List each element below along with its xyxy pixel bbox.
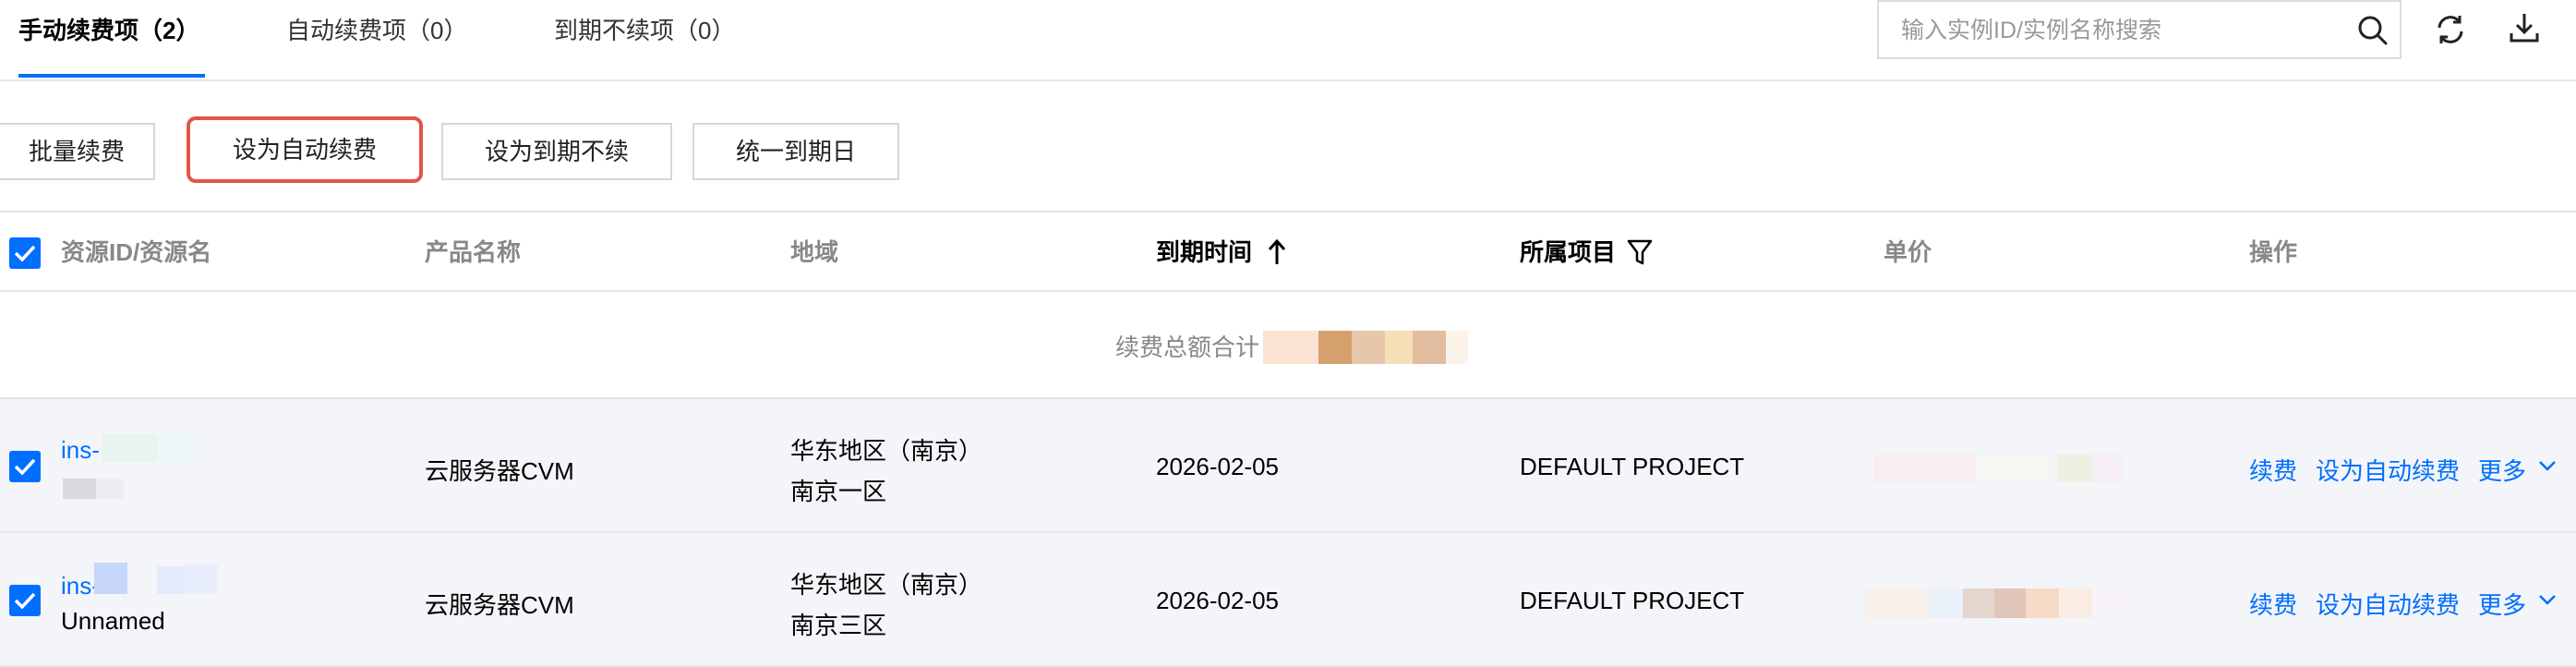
column-header-resource: 资源ID/资源名 (61, 238, 212, 266)
redacted-id (102, 434, 157, 462)
column-header-project: 所属项目 (1520, 238, 1617, 266)
filter-icon[interactable] (1627, 238, 1653, 271)
column-header-region: 地域 (790, 238, 839, 266)
table-row: ins- Unnamed 云服务器CVM 华东地区（南京） 南京三区 2026-… (0, 533, 2576, 667)
refresh-icon[interactable] (2434, 13, 2467, 51)
set-auto-renew-link[interactable]: 设为自动续费 (2316, 587, 2460, 621)
redacted-id (157, 566, 185, 594)
column-header-price: 单价 (1884, 238, 1932, 266)
unify-expiry-button[interactable]: 统一到期日 (692, 123, 899, 180)
column-header-expiry[interactable]: 到期时间 (1156, 212, 1252, 292)
total-label: 续费总额合计 (1115, 334, 1260, 361)
chevron-down-icon[interactable] (2537, 592, 2558, 612)
redacted-price (2026, 588, 2059, 618)
table-row: ins- 云服务器CVM 华东地区（南京） 南京一区 2026-02-05 DE… (0, 399, 2576, 533)
redacted-price (1930, 588, 1963, 618)
redacted-price (2090, 455, 2124, 482)
region-name: 华东地区（南京） (790, 437, 983, 465)
redacted-name (96, 479, 124, 499)
redacted-price (1865, 588, 1930, 618)
project-name: DEFAULT PROJECT (1520, 587, 1745, 614)
search-icon[interactable] (2357, 15, 2389, 51)
select-all-checkbox[interactable] (9, 237, 41, 269)
expiry-date: 2026-02-05 (1156, 453, 1279, 480)
redacted-id (185, 564, 218, 594)
search-input[interactable] (1899, 2, 2337, 59)
expiry-date: 2026-02-05 (1156, 587, 1279, 614)
tab-manual-renew[interactable]: 手动续费项（2） (18, 0, 199, 79)
redacted-price (2092, 588, 2124, 618)
redacted-name (63, 479, 96, 499)
column-header-ops: 操作 (2249, 238, 2298, 266)
redacted-price (2057, 455, 2090, 482)
redacted-price (1994, 588, 2026, 618)
redacted-value (1413, 331, 1446, 364)
redacted-value (1446, 331, 1468, 364)
batch-renew-button[interactable]: 批量续费 (0, 123, 155, 180)
resource-id-link[interactable]: ins- (61, 436, 100, 465)
product-name: 云服务器CVM (425, 591, 574, 619)
column-header-product: 产品名称 (425, 238, 522, 266)
set-no-renew-button[interactable]: 设为到期不续 (441, 123, 672, 180)
zone-name: 南京三区 (790, 612, 887, 639)
download-icon[interactable] (2508, 11, 2541, 49)
search-box (1877, 0, 2401, 59)
total-row: 续费总额合计 (0, 292, 2576, 399)
row-checkbox[interactable] (9, 585, 41, 616)
redacted-id (157, 434, 203, 462)
sort-arrow-icon[interactable] (1267, 238, 1287, 271)
project-name: DEFAULT PROJECT (1520, 453, 1745, 480)
renew-link[interactable]: 续费 (2249, 453, 2297, 487)
active-tab-indicator (18, 74, 205, 78)
redacted-price (1963, 588, 1994, 618)
chevron-down-icon[interactable] (2537, 458, 2558, 478)
redacted-price (1976, 455, 2050, 482)
table-header: 资源ID/资源名 产品名称 地域 到期时间 所属项目 单价 操作 (0, 211, 2576, 292)
highlight-box (187, 116, 423, 183)
more-link[interactable]: 更多 (2478, 587, 2526, 621)
redacted-value (1352, 331, 1385, 364)
product-name: 云服务器CVM (425, 457, 574, 485)
renew-link[interactable]: 续费 (2249, 587, 2297, 621)
redacted-price (2059, 588, 2092, 618)
tab-bar: 手动续费项（2） 自动续费项（0） 到期不续项（0） (0, 0, 2576, 81)
redacted-id (94, 563, 127, 594)
resource-name: Unnamed (61, 607, 165, 635)
redacted-value (1318, 331, 1352, 364)
more-link[interactable]: 更多 (2478, 453, 2526, 487)
zone-name: 南京一区 (790, 478, 887, 505)
redacted-value (1263, 331, 1318, 364)
tab-auto-renew[interactable]: 自动续费项（0） (286, 0, 467, 79)
region-name: 华东地区（南京） (790, 571, 983, 599)
redacted-price (1874, 455, 1976, 482)
row-checkbox[interactable] (9, 451, 41, 482)
redacted-value (1385, 331, 1413, 364)
tab-no-renew[interactable]: 到期不续项（0） (554, 0, 735, 79)
set-auto-renew-link[interactable]: 设为自动续费 (2316, 453, 2460, 487)
